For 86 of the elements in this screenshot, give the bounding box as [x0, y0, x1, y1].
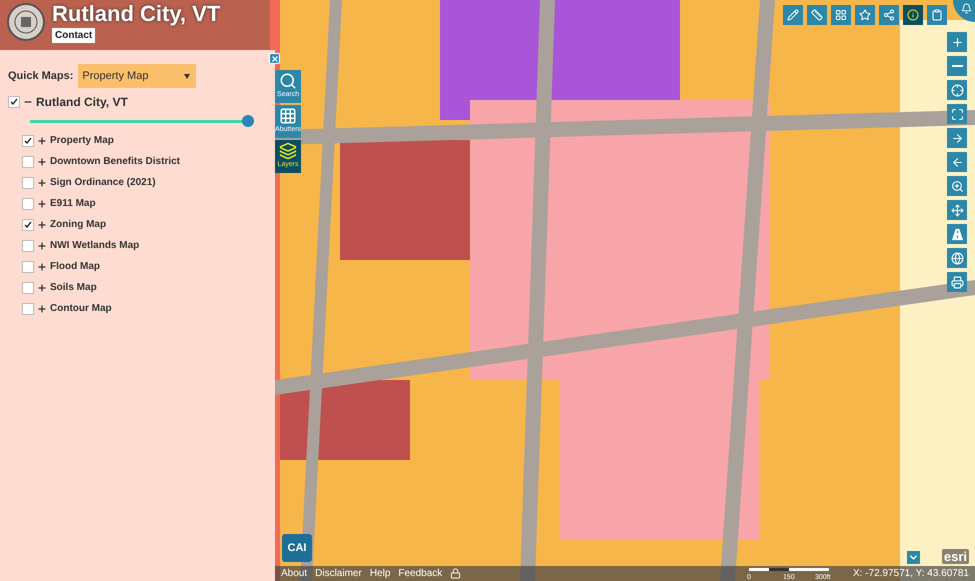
- grid-icon: [835, 9, 847, 21]
- layer-label: Downtown Benefits District: [50, 156, 180, 167]
- footer-link[interactable]: Feedback: [398, 568, 442, 579]
- ruler-icon: [811, 9, 823, 21]
- clipboard-icon: [931, 9, 943, 21]
- ruler-button[interactable]: [807, 5, 827, 25]
- print-icon: [950, 276, 964, 288]
- previous-icon: [950, 156, 964, 168]
- caret-icon: [184, 74, 190, 78]
- checkbox[interactable]: [22, 198, 34, 210]
- plus-icon[interactable]: [37, 220, 47, 230]
- extent-button[interactable]: [947, 104, 967, 124]
- checkbox[interactable]: [22, 218, 34, 230]
- layer-label: Zoning Map: [50, 219, 106, 230]
- checkbox[interactable]: [8, 96, 20, 108]
- share-button[interactable]: [879, 5, 899, 25]
- checkbox[interactable]: [22, 176, 34, 188]
- abutters-icon: [279, 107, 297, 125]
- checkbox[interactable]: [22, 156, 34, 168]
- close-button[interactable]: [269, 53, 280, 64]
- checkbox[interactable]: [22, 282, 34, 294]
- layer-label: Flood Map: [50, 261, 100, 272]
- zoom-box-icon: [950, 180, 964, 192]
- plus-icon[interactable]: [37, 282, 47, 292]
- plus-icon[interactable]: [37, 136, 47, 146]
- zoom-out-button[interactable]: [947, 56, 967, 76]
- clipboard-button[interactable]: [927, 5, 947, 25]
- layer-label: NWI Wetlands Map: [50, 240, 140, 251]
- next-icon: [950, 132, 964, 144]
- grid-button[interactable]: [831, 5, 851, 25]
- layer-label: E911 Map: [50, 198, 96, 209]
- footer-link[interactable]: Help: [370, 568, 390, 579]
- previous-button[interactable]: [947, 152, 967, 172]
- slider-thumb[interactable]: [242, 115, 254, 127]
- site-title: Rutland City, VT: [52, 2, 220, 26]
- zoom-in-button[interactable]: [947, 32, 967, 52]
- plus-icon[interactable]: [37, 240, 47, 250]
- pencil-button[interactable]: [783, 5, 803, 25]
- checkbox[interactable]: [22, 240, 34, 252]
- coordinates: X: -72.97571, Y: 43.60781: [852, 568, 969, 579]
- plus-icon[interactable]: [37, 262, 47, 272]
- city-seal-icon: [6, 2, 46, 42]
- expand-button[interactable]: [907, 551, 920, 564]
- layer-group-label: Rutland City, VT: [36, 94, 128, 108]
- road-button[interactable]: [947, 224, 967, 244]
- extent-icon: [950, 108, 964, 120]
- checkbox[interactable]: [22, 134, 34, 146]
- pan-icon: [950, 204, 964, 216]
- contact-link[interactable]: Contact: [52, 28, 96, 43]
- lock-icon[interactable]: [450, 568, 462, 579]
- pan-button[interactable]: [947, 200, 967, 220]
- share-icon: [883, 9, 895, 21]
- footer-link[interactable]: About: [281, 568, 308, 579]
- star-button[interactable]: [855, 5, 875, 25]
- plus-icon[interactable]: [37, 156, 47, 166]
- plus-icon[interactable]: [37, 198, 47, 208]
- star-icon: [859, 9, 871, 21]
- search-icon: [279, 72, 297, 90]
- footer-link[interactable]: Disclaimer: [315, 568, 362, 579]
- zoom-box-button[interactable]: [947, 176, 967, 196]
- plus-icon[interactable]: [37, 304, 47, 314]
- zoom-in-icon: [950, 36, 964, 48]
- checkbox[interactable]: [22, 260, 34, 272]
- checkbox[interactable]: [22, 302, 34, 314]
- next-button[interactable]: [947, 128, 967, 148]
- pencil-icon: [787, 9, 799, 21]
- layer-label: Sign Ordinance (2021): [50, 177, 156, 188]
- info-icon: [907, 9, 919, 21]
- esri-logo: esri: [942, 549, 969, 564]
- info-button[interactable]: [903, 5, 923, 25]
- layer-label: Property Map: [50, 135, 114, 146]
- layer-label: Soils Map: [50, 282, 97, 293]
- plus-icon[interactable]: [37, 178, 47, 188]
- quick-maps-dropdown[interactable]: Property Map: [78, 64, 196, 88]
- quick-maps-label: Quick Maps:: [8, 70, 74, 82]
- minus-icon: [952, 65, 962, 67]
- globe-icon: [950, 252, 964, 264]
- layer-label: Contour Map: [50, 303, 112, 314]
- locate-button[interactable]: [947, 80, 967, 100]
- bell-icon: [961, 3, 972, 14]
- layers-icon: [279, 142, 297, 160]
- locate-icon: [950, 84, 964, 96]
- globe-button[interactable]: [947, 248, 967, 268]
- road-icon: [950, 228, 964, 240]
- cai-logo[interactable]: CAI: [282, 534, 312, 562]
- print-button[interactable]: [947, 272, 967, 292]
